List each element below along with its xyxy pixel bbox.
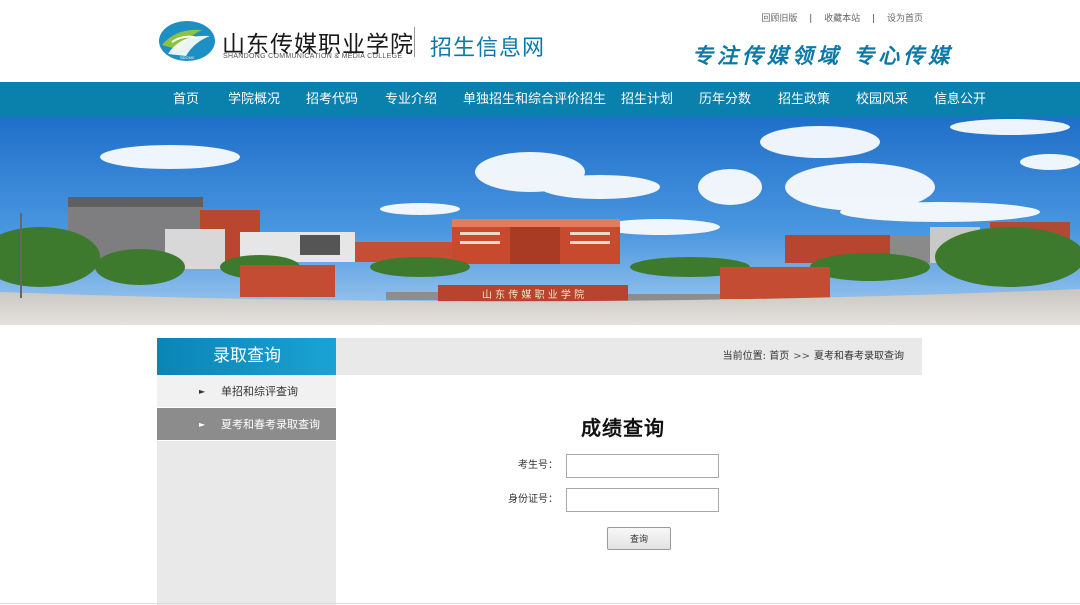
set-homepage-link[interactable]: 设为首页	[887, 14, 923, 24]
nav-exam-codes[interactable]: 招考代码	[306, 82, 358, 117]
nav-past-scores[interactable]: 历年分数	[699, 82, 751, 117]
breadcrumb-prefix: 当前位置:	[722, 351, 770, 362]
breadcrumb-home-link[interactable]: 首页	[769, 351, 789, 362]
nav-admission-policy[interactable]: 招生政策	[778, 82, 830, 117]
logo-divider	[414, 27, 415, 57]
breadcrumb-bar: 当前位置: 首页 >> 夏考和春考录取查询	[336, 338, 922, 375]
breadcrumb-current: 夏考和春考录取查询	[814, 351, 904, 362]
sidebar-item-admission-query[interactable]: ► 夏考和春考录取查询	[157, 408, 336, 441]
bookmark-link[interactable]: 收藏本站	[824, 14, 860, 24]
gate-inscription: 山 东 传 媒 职 业 学 院	[482, 288, 584, 301]
college-logo-icon: SDCMC	[159, 21, 215, 61]
campus-banner: 山 东 传 媒 职 业 学 院	[0, 117, 1080, 325]
breadcrumb: 当前位置: 首页 >> 夏考和春考录取查询	[723, 338, 904, 375]
page-title: 成绩查询	[581, 416, 665, 440]
nav-majors[interactable]: 专业介绍	[385, 82, 437, 117]
sidebar: 录取查询 ► 单招和综评查询 ► 夏考和春考录取查询	[157, 338, 336, 605]
candidate-number-input[interactable]	[566, 454, 719, 478]
content-area: 录取查询 ► 单招和综评查询 ► 夏考和春考录取查询 当前位置: 首页 >> 夏考和…	[0, 325, 1080, 605]
nav-campus-scenery[interactable]: 校园风采	[856, 82, 908, 117]
svg-text:SDCMC: SDCMC	[180, 55, 195, 60]
nav-independent-admission[interactable]: 单独招生和综合评价招生	[463, 82, 606, 117]
id-number-input[interactable]	[566, 488, 719, 512]
college-name-english: SHANDONG COMMUNICATION & MEDIA COLLEGE	[223, 53, 403, 60]
sidebar-item-label: 单招和综评查询	[221, 385, 298, 398]
query-button[interactable]: 查询	[607, 527, 671, 550]
sidebar-item-label: 夏考和春考录取查询	[221, 418, 320, 431]
nav-college-overview[interactable]: 学院概况	[228, 82, 280, 117]
slogan: 专注传媒领域 专心传媒	[692, 43, 954, 68]
campus-panorama-image: 山 东 传 媒 职 业 学 院	[0, 117, 1080, 325]
breadcrumb-separator: >>	[793, 351, 810, 362]
sidebar-item-independent-query[interactable]: ► 单招和综评查询	[157, 375, 336, 408]
candidate-number-label: 考生号：	[518, 460, 558, 471]
play-arrow-icon: ►	[199, 420, 206, 429]
nav-admission-plan[interactable]: 招生计划	[621, 82, 673, 117]
id-number-label: 身份证号：	[508, 494, 558, 505]
old-version-link[interactable]: 回顾旧版	[761, 14, 797, 24]
site-header: SDCMC 山东传媒职业学院 SHANDONG COMMUNICATION & …	[0, 0, 1080, 82]
site-subtitle: 招生信息网	[430, 36, 546, 61]
nav-information-disclosure[interactable]: 信息公开	[934, 82, 986, 117]
footer-divider	[0, 603, 1080, 604]
top-links: 回顾旧版 | 收藏本站 | 设为首页	[761, 11, 923, 24]
nav-home[interactable]: 首页	[173, 82, 199, 117]
link-separator: |	[872, 14, 876, 24]
link-separator: |	[809, 14, 813, 24]
main-nav: 首页 学院概况 招考代码 专业介绍 单独招生和综合评价招生 招生计划 历年分数 …	[0, 82, 1080, 117]
play-arrow-icon: ►	[199, 387, 206, 396]
sidebar-title: 录取查询	[157, 338, 336, 375]
